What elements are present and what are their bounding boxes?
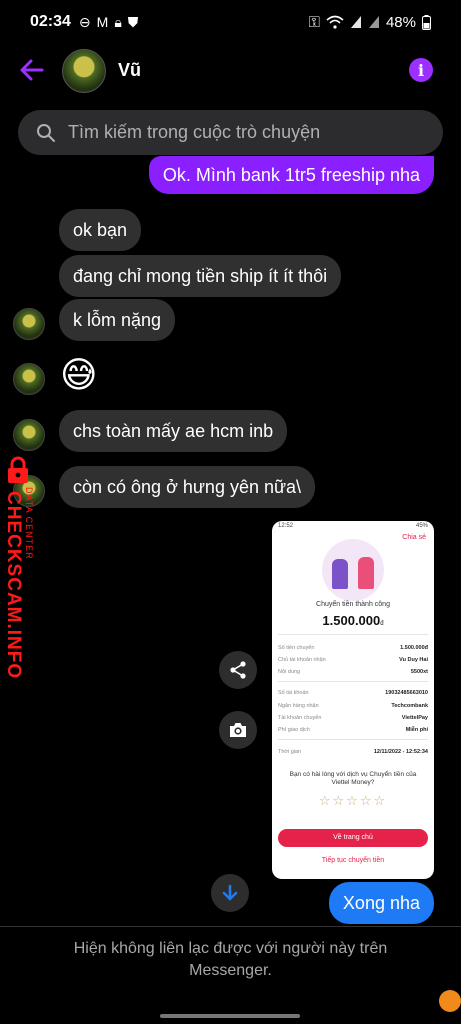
message-outgoing[interactable]: Ok. Mình bank 1tr5 freeship nha bbox=[148, 156, 434, 194]
emoji-message[interactable]: 😅 bbox=[60, 354, 102, 396]
divider bbox=[278, 681, 428, 682]
search-placeholder: Tìm kiếm trong cuộc trò chuyện bbox=[68, 122, 321, 142]
contact-avatar-small[interactable] bbox=[13, 308, 45, 340]
shield-icon: ⛊ bbox=[127, 13, 139, 30]
contact-avatar-small[interactable] bbox=[13, 363, 45, 395]
info-icon[interactable]: i bbox=[409, 58, 433, 82]
receipt-row: Phí giao dịch Miễn phí bbox=[278, 727, 428, 733]
lock-icon: 🔒︎ bbox=[114, 13, 122, 30]
wifi-icon bbox=[326, 15, 344, 29]
unavailable-notice: Hiện không liên lạc được với người này t… bbox=[73, 940, 388, 979]
share-icon bbox=[230, 661, 246, 679]
receipt-status-bar: 12:52 45% bbox=[278, 523, 428, 529]
receipt-title: Chuyển tiền thành công bbox=[316, 601, 390, 608]
arrow-down-icon bbox=[222, 884, 238, 901]
signal-icon bbox=[368, 16, 379, 28]
search-icon bbox=[37, 123, 55, 142]
battery-percent: 48% bbox=[385, 13, 416, 31]
receipt-amount: 1.500.000đ bbox=[322, 613, 384, 628]
back-arrow-icon[interactable] bbox=[18, 56, 46, 84]
floating-badge-icon[interactable] bbox=[439, 990, 461, 1012]
receipt-row: Số tài khoản 19032485663010 bbox=[278, 690, 428, 696]
receipt-row: Ngân hàng nhận Techcombank bbox=[278, 703, 428, 709]
divider bbox=[278, 634, 428, 635]
search-input[interactable]: Tìm kiếm trong cuộc trò chuyện bbox=[18, 110, 443, 155]
save-photo-button[interactable] bbox=[219, 711, 257, 749]
message-incoming[interactable]: k lỗm nặng bbox=[59, 299, 176, 341]
key-icon: ⚿ bbox=[308, 13, 320, 31]
camera-icon bbox=[230, 723, 246, 737]
battery-icon bbox=[422, 14, 431, 30]
continue-transfer-link: Tiếp tục chuyển tiền bbox=[321, 857, 385, 864]
lock-logo bbox=[8, 456, 28, 483]
scroll-to-bottom-button[interactable] bbox=[211, 874, 249, 912]
contact-name[interactable]: Vũ bbox=[118, 60, 141, 81]
home-indicator[interactable] bbox=[160, 1014, 300, 1018]
conversation-header: Vũ i bbox=[0, 46, 461, 96]
divider bbox=[0, 926, 461, 927]
message-incoming[interactable]: đang chỉ mong tiền ship ít ít thôi bbox=[59, 255, 342, 297]
receipt-row: Tài khoản chuyển ViettelPay bbox=[278, 715, 428, 721]
receipt-row: Thời gian 12/11/2022 - 12:52:34 bbox=[278, 749, 428, 755]
watermark-text: CHECKSCAM.INFO bbox=[3, 491, 24, 680]
watermark-subtitle: DATA CENTER bbox=[24, 487, 34, 560]
divider bbox=[278, 739, 428, 740]
gmail-icon: M bbox=[96, 13, 109, 30]
receipt-row: Số tiền chuyển 1.500.000đ bbox=[278, 645, 428, 651]
receipt-row: Nội dung 5500xt bbox=[278, 669, 428, 675]
rating-stars: ☆☆☆☆☆ bbox=[318, 793, 388, 808]
contact-avatar-small[interactable] bbox=[13, 419, 45, 451]
receipt-row: Chủ tài khoản nhận Vu Duy Hai bbox=[278, 657, 428, 663]
receipt-share-link: Chia sẻ bbox=[402, 534, 426, 541]
shared-image-receipt[interactable]: 12:52 45% Chia sẻ Chuyển tiền thành công… bbox=[272, 521, 434, 879]
signal-icon bbox=[350, 16, 361, 28]
message-outgoing[interactable]: Xong nha bbox=[328, 882, 434, 924]
watermark: DATA CENTER CHECKSCAM.INFO bbox=[0, 455, 40, 679]
message-incoming[interactable]: ok bạn bbox=[59, 209, 142, 251]
survey-question: Bạn có hài lòng với dịch vụ Chuyển tiền … bbox=[289, 771, 417, 786]
message-incoming[interactable]: còn có ông ở hưng yên nữa\ bbox=[59, 466, 316, 508]
minus-circle-icon: ⊖ bbox=[78, 13, 91, 30]
status-bar: 02:34 ⊖ M 🔒︎ ⛊ ⚿ 48% bbox=[0, 0, 461, 44]
message-incoming[interactable]: chs toàn mấy ae hcm inb bbox=[59, 410, 288, 452]
status-time: 02:34 bbox=[30, 13, 71, 30]
success-illustration bbox=[322, 539, 384, 601]
share-button[interactable] bbox=[219, 651, 257, 689]
home-button: Về trang chủ bbox=[278, 829, 428, 847]
contact-avatar[interactable] bbox=[62, 49, 106, 93]
